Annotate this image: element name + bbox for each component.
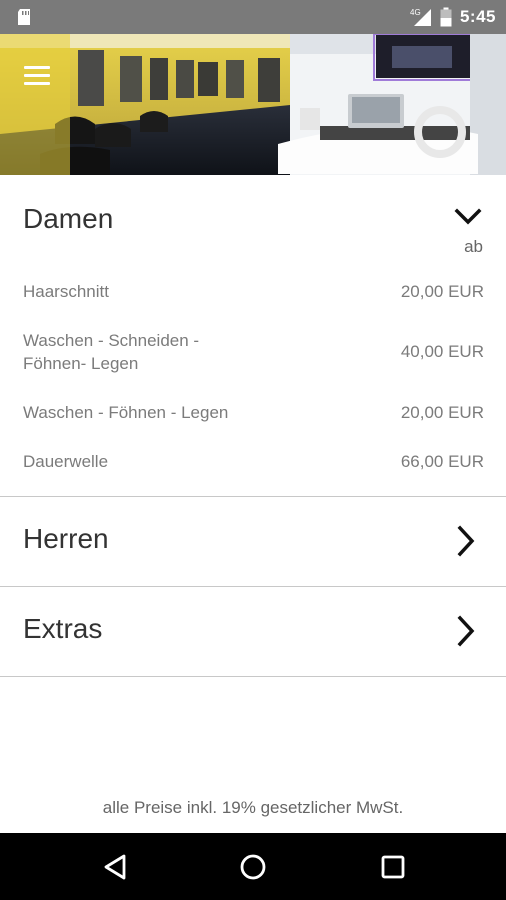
service-price: 20,00 EUR — [400, 282, 484, 301]
service-name: Dauerwelle — [23, 452, 109, 471]
category-damen-header[interactable]: Damen ab — [0, 175, 506, 256]
chevron-down-icon[interactable] — [454, 207, 482, 229]
category-extras-row[interactable]: Extras — [0, 587, 506, 675]
price-from-label: ab — [464, 237, 483, 256]
service-name: Waschen - Schneiden - Föhnen- Legen — [23, 331, 200, 373]
signal-icon: 4G — [410, 8, 431, 26]
header-image — [0, 34, 506, 175]
chevron-right-icon — [457, 525, 475, 557]
hamburger-menu-icon — [24, 66, 50, 69]
network-type: 4G — [410, 8, 421, 17]
service-price: 40,00 EUR — [400, 342, 484, 361]
divider — [0, 676, 506, 677]
category-title: Damen — [23, 203, 114, 234]
sd-card-icon — [18, 9, 30, 25]
system-nav-bar — [0, 833, 506, 900]
service-price: 20,00 EUR — [400, 403, 484, 422]
category-title: Extras — [23, 613, 103, 644]
category-title: Herren — [23, 523, 109, 554]
back-triangle-icon[interactable] — [98, 851, 132, 883]
salon-photo — [0, 34, 506, 175]
category-herren-row[interactable]: Herren — [0, 497, 506, 585]
chevron-right-icon — [457, 615, 475, 647]
service-name: Waschen - Föhnen - Legen — [23, 403, 229, 422]
recents-square-icon[interactable] — [376, 851, 410, 883]
service-name: Haarschnitt — [23, 282, 109, 301]
menu-button[interactable] — [22, 62, 56, 92]
status-bar: 4G 5:45 — [0, 0, 506, 34]
status-time: 5:45 — [459, 7, 496, 26]
battery-icon — [440, 7, 452, 27]
home-circle-icon[interactable] — [236, 851, 270, 883]
price-list: Damen ab Haarschnitt 20,00 EUR Waschen -… — [0, 175, 506, 677]
service-price: 66,00 EUR — [400, 452, 484, 471]
vat-note: alle Preise inkl. 19% gesetzlicher MwSt. — [102, 798, 404, 817]
